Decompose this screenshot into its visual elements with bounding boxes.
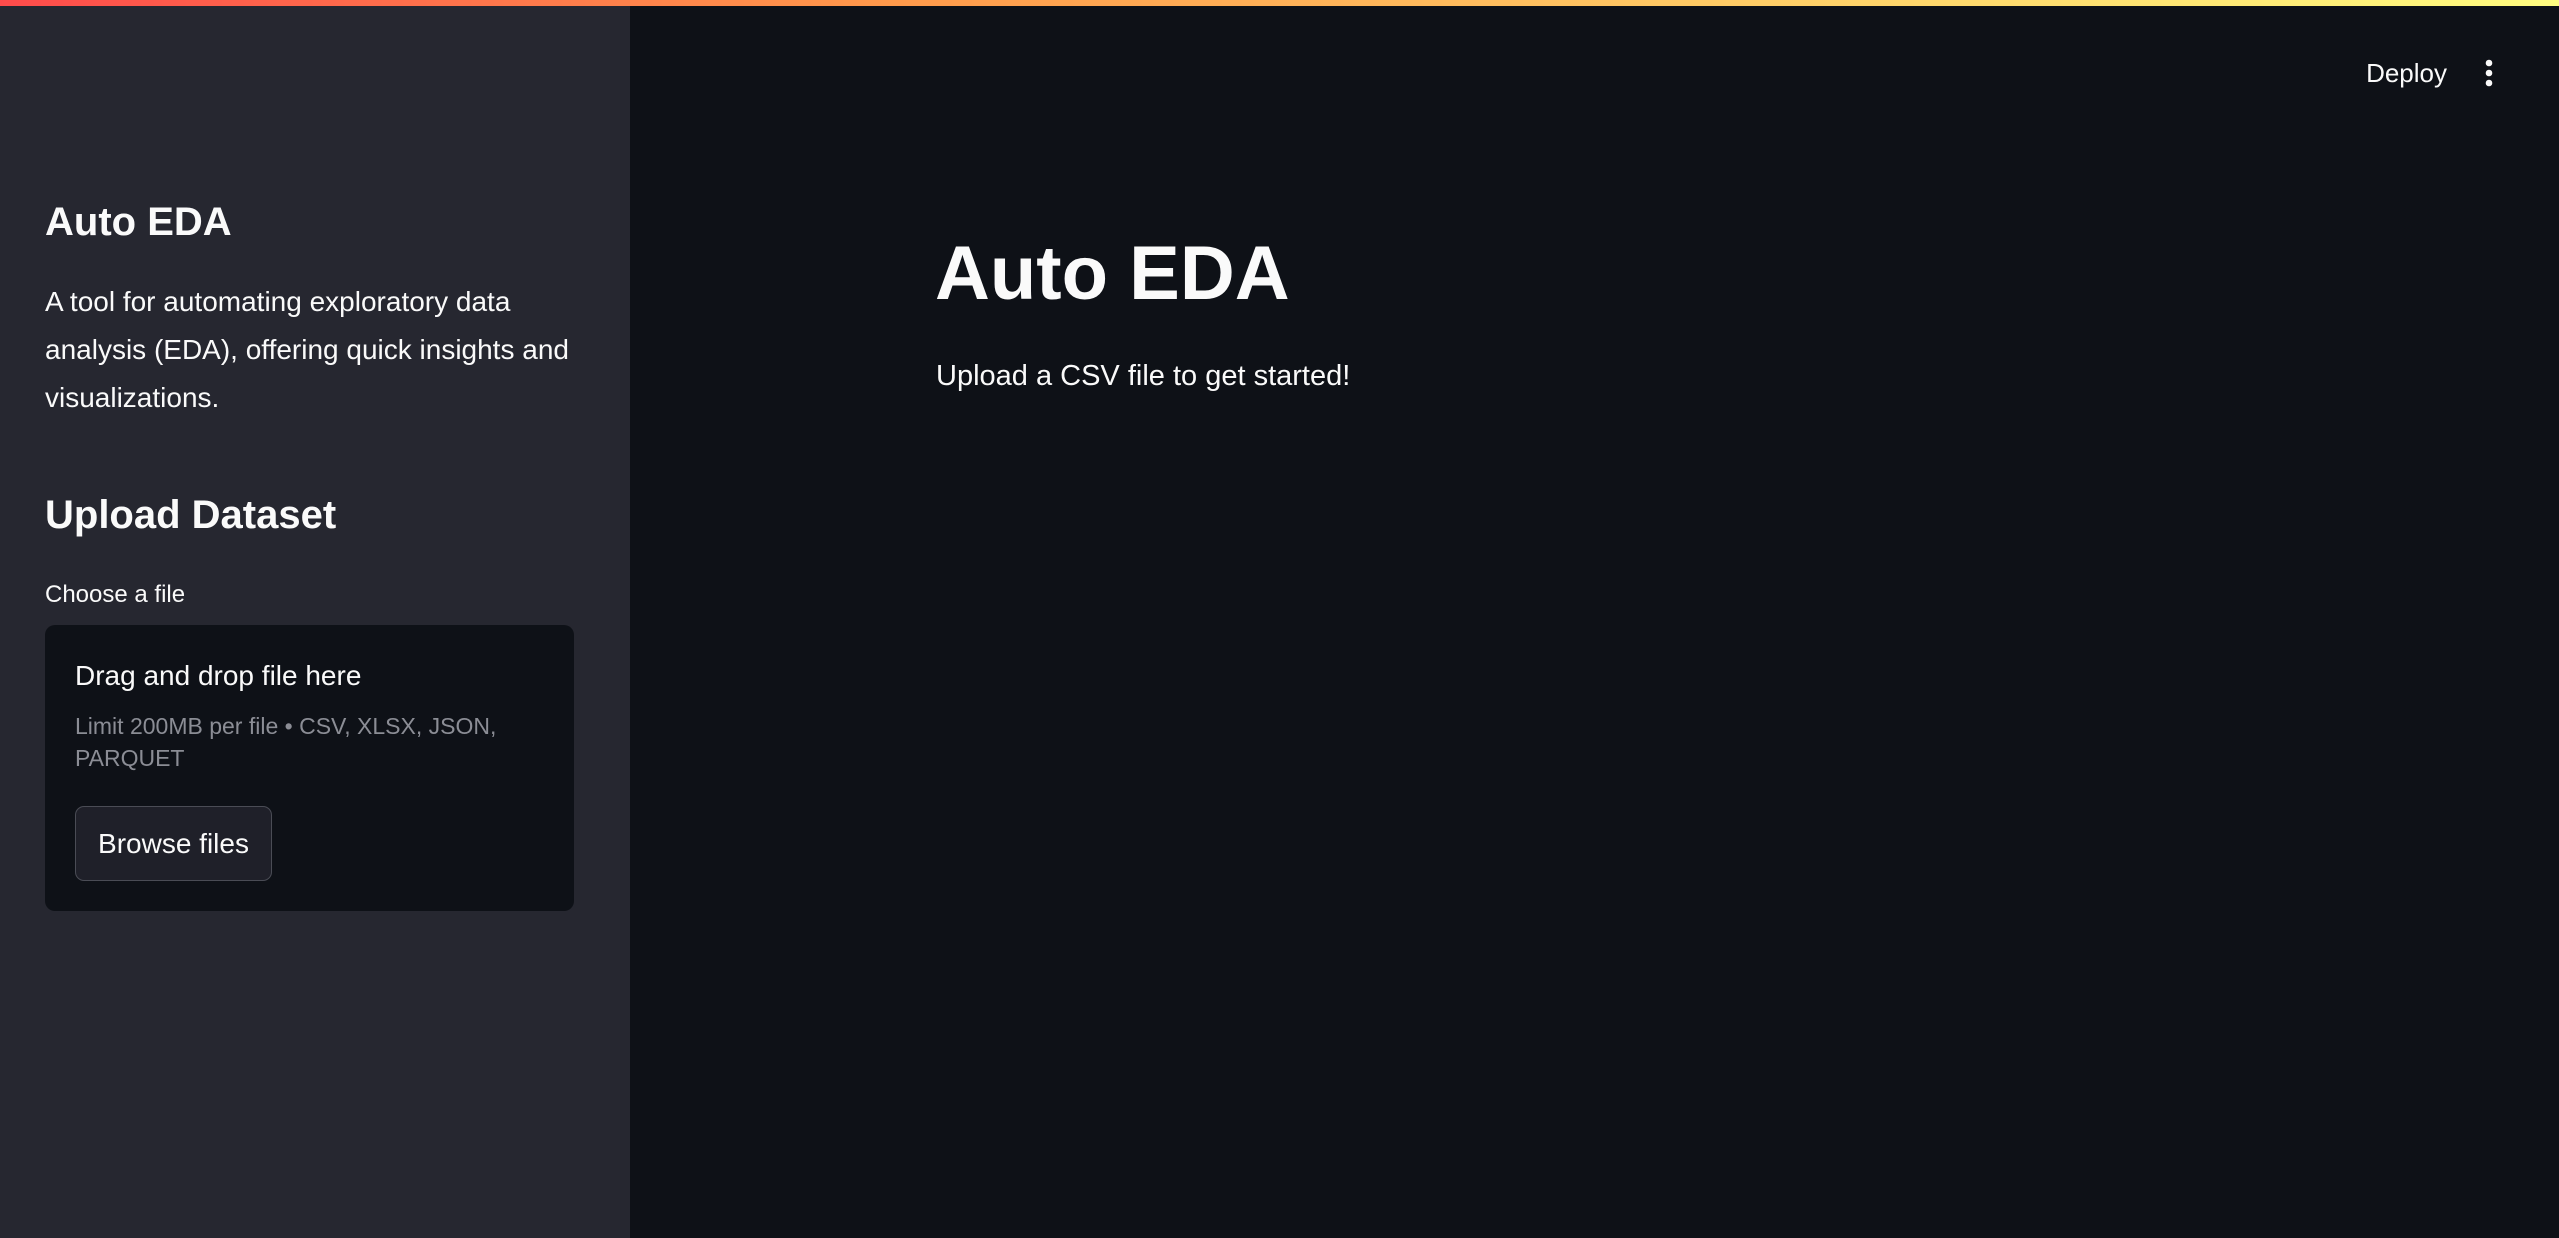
dropzone-instructions: Drag and drop file here [75, 660, 362, 691]
dropzone-limit-text: Limit 200MB per file • CSV, XLSX, JSON, … [75, 713, 497, 771]
file-dropzone[interactable]: Drag and drop file here Limit 200MB per … [45, 625, 574, 911]
main-content: Deploy Auto EDA Upload a CSV file to get… [630, 0, 2559, 1238]
app-root: Auto EDA A tool for automating explorato… [0, 0, 2559, 1238]
main-menu-button[interactable] [2469, 52, 2509, 94]
upload-dataset-heading: Upload Dataset [45, 493, 337, 537]
browse-files-button[interactable]: Browse files [75, 806, 272, 881]
top-decoration-bar [0, 0, 2559, 6]
vertical-ellipsis-icon [2485, 59, 2493, 87]
file-uploader-label: Choose a file [45, 581, 186, 608]
page-title: Auto EDA [935, 231, 1290, 316]
deploy-button[interactable]: Deploy [2354, 50, 2459, 96]
sidebar-description: A tool for automating exploratory data a… [45, 286, 569, 413]
page-subtitle: Upload a CSV file to get started! [936, 360, 1351, 392]
sidebar-title: Auto EDA [45, 200, 232, 244]
sidebar: Auto EDA A tool for automating explorato… [0, 0, 630, 1238]
